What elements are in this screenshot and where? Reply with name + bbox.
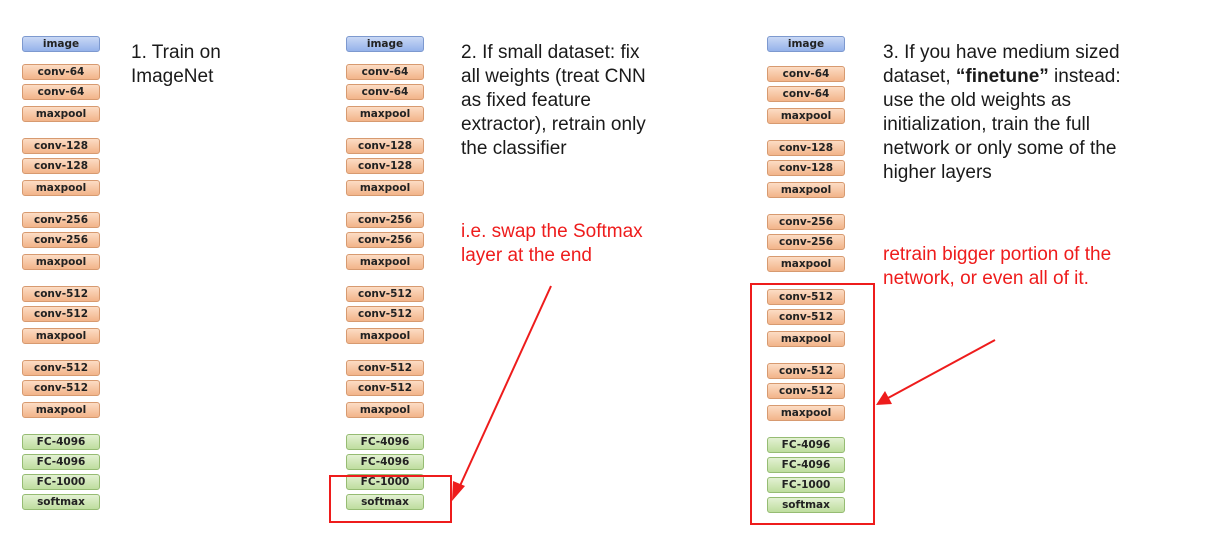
upper-layers-highlight-box — [750, 283, 875, 525]
upper-layers-arrow-line — [887, 339, 996, 399]
softmax-arrow-line — [458, 285, 552, 489]
softmax-arrow-head — [452, 481, 465, 501]
highlight-overlay — [329, 283, 996, 525]
softmax-highlight-box — [329, 475, 452, 523]
